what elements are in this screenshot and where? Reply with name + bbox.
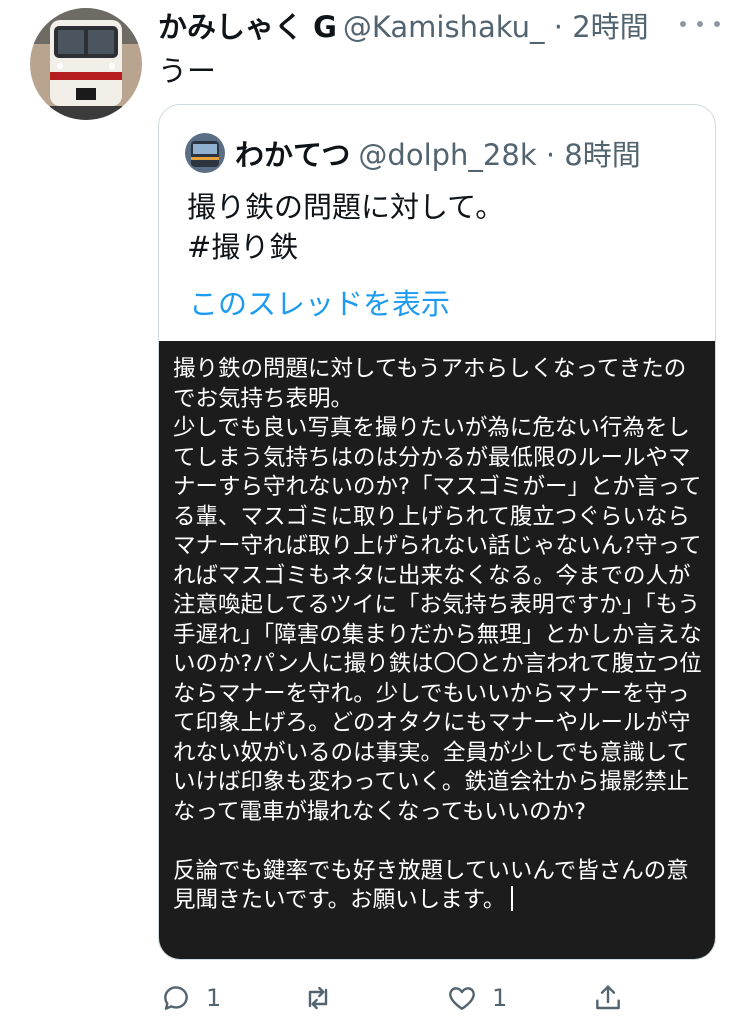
like-button[interactable]: 1 <box>446 970 507 1026</box>
share-icon <box>596 985 620 1010</box>
reply-icon <box>164 986 188 1010</box>
show-thread-link[interactable]: このスレッドを表示 <box>189 281 450 323</box>
quoted-author-handle-time[interactable]: @dolph_28k · 8時間 <box>358 132 640 174</box>
retweet-icon <box>308 986 328 1010</box>
quoted-tweet-text: 撮り鉄の問題に対して。 #撮り鉄 <box>187 187 504 267</box>
quoted-author-avatar[interactable] <box>185 133 225 173</box>
like-icon <box>449 987 475 1010</box>
quoted-tweet-card[interactable]: わかてつ @dolph_28k · 8時間 撮り鉄の問題に対して。 #撮り鉄 こ… <box>158 104 716 960</box>
tweet-text: うー <box>158 54 217 88</box>
quoted-image-text: 撮り鉄の問題に対してもうアホらしくなってきたのでお気持ち表明。 少しでも良い写真… <box>173 355 703 916</box>
quoted-author-name[interactable]: わかてつ <box>235 132 350 174</box>
tweet-header: かみしゃく G @Kamishaku_ · 2時間 <box>158 5 649 45</box>
image-text-body: 撮り鉄の問題に対してもうアホらしくなってきたのでお気持ち表明。 少しでも良い写真… <box>173 356 702 913</box>
quoted-tweet-header: わかてつ @dolph_28k · 8時間 <box>185 133 641 173</box>
share-button[interactable] <box>592 970 624 1026</box>
reply-button[interactable]: 1 <box>160 970 221 1026</box>
hashtag-line[interactable]: #撮り鉄 <box>187 227 504 267</box>
like-count: 1 <box>492 984 508 1012</box>
train-avatar-image <box>30 8 142 120</box>
train-avatar-image <box>185 133 225 173</box>
tweet-action-bar: 1 1 <box>0 970 750 1026</box>
quoted-image[interactable]: 撮り鉄の問題に対してもうアホらしくなってきたのでお気持ち表明。 少しでも良い写真… <box>159 341 715 959</box>
more-icon[interactable] <box>680 12 720 36</box>
text-cursor <box>511 886 514 911</box>
author-avatar[interactable] <box>30 8 142 120</box>
retweet-button[interactable] <box>302 970 348 1026</box>
author-handle-time[interactable]: @Kamishaku_ · 2時間 <box>343 4 649 46</box>
author-name[interactable]: かみしゃく G <box>158 4 337 46</box>
quoted-text-line: 撮り鉄の問題に対して。 <box>187 190 505 224</box>
reply-count: 1 <box>206 984 222 1012</box>
